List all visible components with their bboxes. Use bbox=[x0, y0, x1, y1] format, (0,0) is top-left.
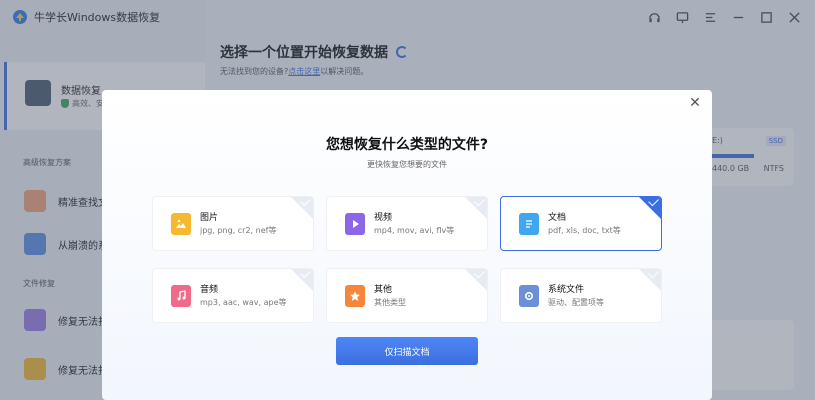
file-type-card[interactable]: 系统文件驱动、配置项等 bbox=[500, 268, 662, 323]
file-type-title: 音频 bbox=[200, 285, 219, 295]
star-icon bbox=[345, 285, 365, 307]
file-type-extensions: 其他类型 bbox=[374, 298, 406, 307]
system-icon bbox=[519, 285, 539, 307]
file-type-title: 视频 bbox=[374, 213, 393, 223]
file-type-title: 图片 bbox=[200, 213, 219, 223]
dialog-subtitle: 更快恢复您想要的文件 bbox=[367, 160, 447, 169]
dialog-close-icon[interactable]: ✕ bbox=[688, 96, 702, 110]
file-type-card[interactable]: 音频 mp3, aac, wav, ape等 bbox=[152, 268, 314, 323]
dialog-title: 您想恢复什么类型的文件? bbox=[325, 137, 489, 153]
file-type-extensions: pdf, xls, doc, txt等 bbox=[548, 226, 621, 235]
image-icon bbox=[171, 213, 191, 235]
video-icon bbox=[345, 213, 365, 235]
file-type-card[interactable]: 文档 pdf, xls, doc, txt等 bbox=[500, 196, 662, 251]
document-icon bbox=[519, 213, 539, 235]
file-type-extensions: mp4, mov, avi, flv等 bbox=[374, 226, 455, 235]
file-type-title: 其他 bbox=[374, 285, 393, 295]
scan-documents-button[interactable]: 仅扫描文档 bbox=[336, 337, 478, 365]
file-type-card[interactable]: 图片 jpg, png, cr2, nef等 bbox=[152, 196, 314, 251]
file-type-title: 文档 bbox=[548, 213, 567, 223]
file-type-card[interactable]: 其他 其他类型 bbox=[326, 268, 488, 323]
file-type-title: 系统文件 bbox=[548, 285, 585, 295]
file-type-extensions: jpg, png, cr2, nef等 bbox=[200, 226, 277, 235]
audio-icon bbox=[171, 285, 191, 307]
file-type-card[interactable]: 视频 mp4, mov, avi, flv等 bbox=[326, 196, 488, 251]
file-type-extensions: mp3, aac, wav, ape等 bbox=[200, 298, 287, 307]
file-type-dialog: ✕ 您想恢复什么类型的文件? 更快恢复您想要的文件 图片 jpg, png, cr… bbox=[102, 90, 712, 400]
file-type-extensions: 驱动、配置项等 bbox=[548, 298, 604, 307]
